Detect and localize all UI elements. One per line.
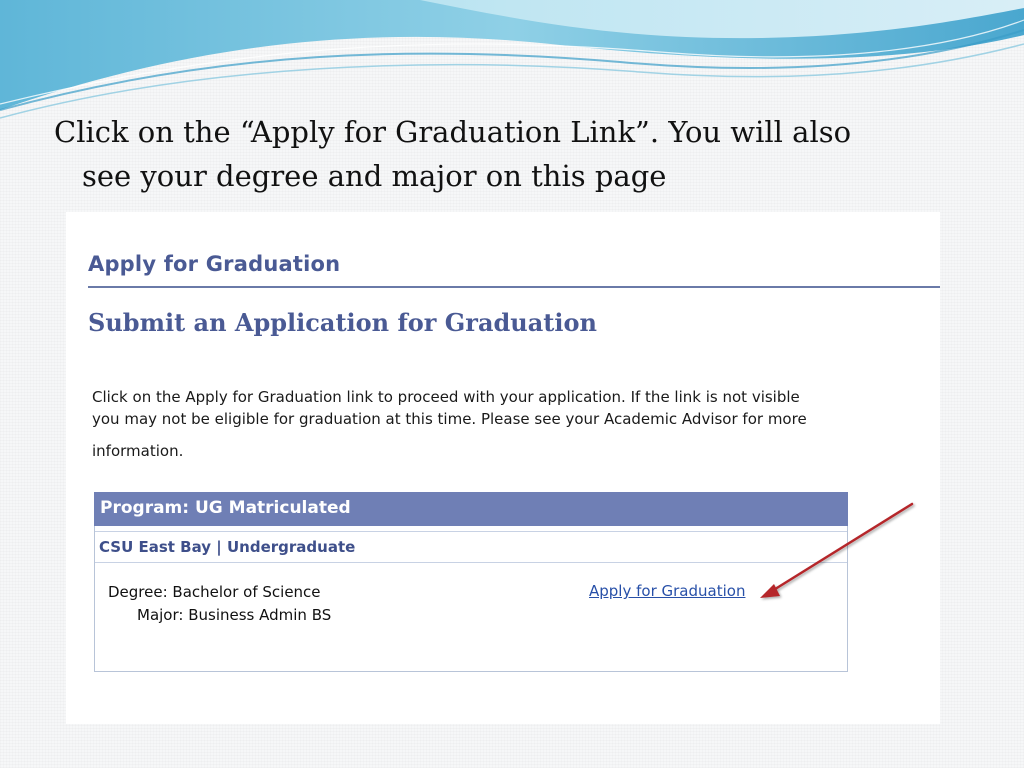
instructions-line1: Click on the Apply for Graduation link t… <box>92 388 800 406</box>
instructions-text: Click on the Apply for Graduation link t… <box>92 386 892 462</box>
page-header: Apply for Graduation <box>88 252 341 276</box>
program-header-bar: Program: UG Matriculated <box>94 492 848 526</box>
slide-title-line2: see your degree and major on this page <box>82 159 667 193</box>
red-arrow-icon <box>760 502 914 598</box>
apply-for-graduation-link[interactable]: Apply for Graduation <box>589 582 745 600</box>
career-row: CSU East Bay | Undergraduate <box>95 531 847 563</box>
apply-for-graduation-screenshot: Apply for Graduation Submit an Applicati… <box>66 212 940 724</box>
program-title: Program: UG Matriculated <box>100 498 351 518</box>
major-label: Major: Business Admin BS <box>137 606 332 624</box>
header-divider <box>88 286 940 288</box>
instructions-line2: you may not be eligible for graduation a… <box>92 410 807 428</box>
program-box: Program: UG Matriculated CSU East Bay | … <box>94 492 848 672</box>
instructions-line3: information. <box>92 442 184 460</box>
slide-title: Click on the “Apply for Graduation Link”… <box>54 110 954 198</box>
sub-header: Submit an Application for Graduation <box>88 308 597 337</box>
decorative-wave-header <box>0 0 1024 119</box>
career-label: CSU East Bay | Undergraduate <box>99 538 356 556</box>
degree-label: Degree: Bachelor of Science <box>108 583 321 601</box>
slide-title-line1: Click on the “Apply for Graduation Link”… <box>54 115 852 149</box>
